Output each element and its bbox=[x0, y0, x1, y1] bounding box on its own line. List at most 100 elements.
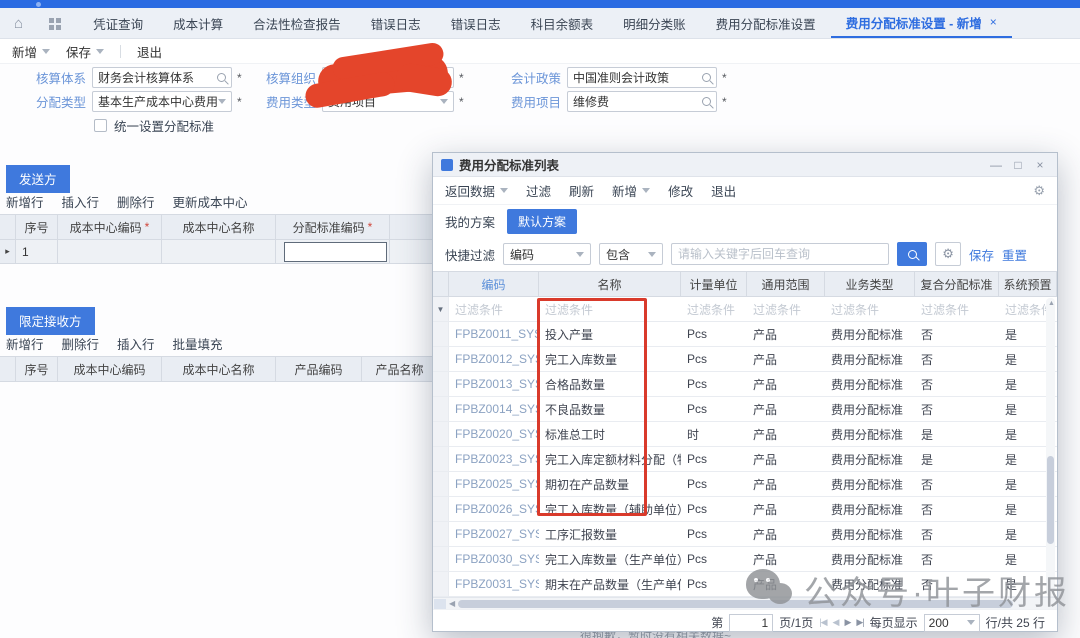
maximize-icon[interactable]: □ bbox=[1009, 158, 1027, 172]
apps-grid-icon[interactable] bbox=[49, 18, 54, 23]
cost-center-code-cell[interactable] bbox=[58, 240, 162, 263]
search-icon[interactable] bbox=[439, 73, 448, 82]
receiver-action-2[interactable]: 插入行 bbox=[117, 334, 155, 353]
column-filter-cell[interactable]: 过滤条件 bbox=[747, 301, 825, 318]
tab-receiver[interactable]: 限定接收方 bbox=[6, 307, 95, 335]
table-row[interactable]: FPBZ0023_SYS完工入库定额材料分配（物料清单）Pcs产品费用分配标准是… bbox=[433, 447, 1057, 472]
alloc-std-code-cell[interactable] bbox=[276, 240, 390, 263]
per-page-select[interactable]: 200 bbox=[924, 614, 980, 632]
tab-sender[interactable]: 发送方 bbox=[6, 165, 70, 193]
column-filter-cell[interactable]: 过滤条件 bbox=[539, 301, 681, 318]
tab-2[interactable]: 合法性检查报告 bbox=[238, 8, 356, 38]
tab-5[interactable]: 科目余额表 bbox=[516, 8, 609, 38]
acct-org-input[interactable]: 厂 bbox=[322, 67, 454, 88]
last-page-icon[interactable]: ▶| bbox=[856, 617, 863, 628]
table-row[interactable]: FPBZ0011_SYS投入产量Pcs产品费用分配标准否是 bbox=[433, 322, 1057, 347]
scope-cell: 产品 bbox=[747, 547, 825, 571]
page-number-input[interactable] bbox=[729, 614, 773, 632]
tab-0[interactable]: 凭证查询 bbox=[78, 8, 158, 38]
column-filter-cell[interactable]: 过滤条件 bbox=[825, 301, 915, 318]
search-icon[interactable] bbox=[702, 73, 711, 82]
search-icon[interactable] bbox=[217, 73, 226, 82]
home-icon[interactable]: ⌂ bbox=[14, 16, 23, 31]
tab-3[interactable]: 错误日志 bbox=[356, 8, 436, 38]
table-row[interactable]: FPBZ0031_SYS期末在产品数量（生产单位）Pcs产品费用分配标准否是 bbox=[433, 572, 1057, 597]
scroll-up-icon[interactable]: ▲ bbox=[1047, 300, 1056, 307]
default-plan-button[interactable]: 默认方案 bbox=[507, 209, 577, 234]
search-button[interactable] bbox=[897, 242, 927, 266]
table-row[interactable]: FPBZ0025_SYS期初在产品数量Pcs产品费用分配标准否是 bbox=[433, 472, 1057, 497]
receiver-action-3[interactable]: 批量填充 bbox=[173, 334, 223, 353]
first-page-icon[interactable]: |◀ bbox=[819, 617, 826, 628]
expense-type-select[interactable]: 费用项目 bbox=[322, 91, 454, 112]
table-row[interactable]: FPBZ0030_SYS完工入库数量（生产单位）Pcs产品费用分配标准否是 bbox=[433, 547, 1057, 572]
expense-item-input[interactable]: 维修费 bbox=[567, 91, 717, 112]
sender-action-3[interactable]: 更新成本中心 bbox=[173, 192, 248, 211]
prev-page-icon[interactable]: ◀ bbox=[833, 617, 839, 628]
row-selector[interactable]: ▸ bbox=[0, 240, 16, 263]
receiver-action-0[interactable]: 新增行 bbox=[6, 334, 44, 353]
horizontal-scrollbar[interactable]: ◀ bbox=[433, 597, 1057, 609]
table-row[interactable]: FPBZ0027_SYS工序汇报数量Pcs产品费用分配标准否是 bbox=[433, 522, 1057, 547]
funnel-icon[interactable]: ▼ bbox=[433, 297, 449, 321]
dialog-toolbar-button-4[interactable]: 修改 bbox=[668, 181, 693, 200]
table-row[interactable]: FPBZ0020_SYS标准总工时时产品费用分配标准是是 bbox=[433, 422, 1057, 447]
acct-policy-input[interactable]: 中国准则会计政策 bbox=[567, 67, 717, 88]
minimize-icon[interactable]: — bbox=[987, 158, 1005, 172]
scroll-left-icon[interactable]: ◀ bbox=[449, 599, 455, 608]
receiver-action-1[interactable]: 删除行 bbox=[62, 334, 100, 353]
column-filter-cell[interactable]: 过滤条件 bbox=[681, 301, 747, 318]
close-icon[interactable]: × bbox=[1031, 158, 1049, 172]
sender-action-2[interactable]: 删除行 bbox=[117, 192, 155, 211]
tab-4[interactable]: 错误日志 bbox=[436, 8, 516, 38]
tab-1[interactable]: 成本计算 bbox=[158, 8, 238, 38]
gear-icon[interactable]: ⚙ bbox=[1033, 183, 1045, 199]
save-button[interactable]: 保存 bbox=[66, 42, 104, 61]
sender-action-0[interactable]: 新增行 bbox=[6, 192, 44, 211]
scrollbar-thumb[interactable] bbox=[458, 600, 1013, 608]
dialog-toolbar-button-1[interactable]: 过滤 bbox=[526, 181, 551, 200]
list-column-header[interactable]: 计量单位 bbox=[681, 272, 747, 296]
new-button[interactable]: 新增 bbox=[12, 42, 50, 61]
dialog-toolbar-button-3[interactable]: 新增 bbox=[612, 181, 650, 200]
dialog-toolbar-button-5[interactable]: 退出 bbox=[711, 181, 736, 200]
list-column-header[interactable]: 编码 bbox=[449, 272, 539, 296]
dialog-titlebar[interactable]: 费用分配标准列表 — □ × bbox=[433, 153, 1057, 177]
acct-system-input[interactable]: 财务会计核算体系 bbox=[92, 67, 232, 88]
next-page-icon[interactable]: ▶ bbox=[844, 617, 850, 628]
column-filter-cell[interactable]: 过滤条件 bbox=[449, 301, 539, 318]
list-column-header[interactable]: 通用范围 bbox=[747, 272, 825, 296]
keyword-input[interactable] bbox=[671, 243, 889, 265]
list-column-header[interactable]: 名称 bbox=[539, 272, 681, 296]
save-filter-link[interactable]: 保存 bbox=[969, 245, 994, 264]
tab-7[interactable]: 费用分配标准设置 bbox=[701, 8, 831, 38]
table-row[interactable]: FPBZ0026_SYS完工入库数量（辅助单位）Pcs产品费用分配标准否是 bbox=[433, 497, 1057, 522]
vertical-scrollbar[interactable] bbox=[1046, 298, 1055, 596]
search-icon[interactable] bbox=[702, 97, 711, 106]
list-column-header[interactable]: 复合分配标准 bbox=[915, 272, 999, 296]
dialog-toolbar-button-2[interactable]: 刷新 bbox=[569, 181, 594, 200]
biz-cell: 费用分配标准 bbox=[825, 497, 915, 521]
table-row[interactable]: FPBZ0013_SYS合格品数量Pcs产品费用分配标准否是 bbox=[433, 372, 1057, 397]
list-column-header[interactable]: 业务类型 bbox=[825, 272, 915, 296]
exit-button[interactable]: 退出 bbox=[137, 42, 162, 61]
close-icon[interactable]: × bbox=[990, 15, 997, 29]
list-column-header[interactable]: 系统预置 bbox=[999, 272, 1057, 296]
unify-checkbox[interactable] bbox=[94, 119, 107, 132]
sender-action-1[interactable]: 插入行 bbox=[62, 192, 100, 211]
table-row[interactable]: FPBZ0014_SYS不良品数量Pcs产品费用分配标准否是 bbox=[433, 397, 1057, 422]
tab-8[interactable]: 费用分配标准设置 - 新增× bbox=[831, 8, 1012, 38]
filter-settings-button[interactable]: ⚙ bbox=[935, 242, 961, 266]
cell-editor-input[interactable] bbox=[284, 242, 387, 262]
alloc-type-select[interactable]: 基本生产成本中心费用分配 bbox=[92, 91, 232, 112]
column-filter-cell[interactable]: 过滤条件 bbox=[915, 301, 999, 318]
table-row[interactable]: FPBZ0012_SYS完工入库数量Pcs产品费用分配标准否是 bbox=[433, 347, 1057, 372]
filter-field-select[interactable]: 编码 bbox=[503, 243, 591, 265]
cost-center-name-cell[interactable] bbox=[162, 240, 276, 263]
reset-filter-link[interactable]: 重置 bbox=[1002, 245, 1027, 264]
dialog-toolbar-button-0[interactable]: 返回数据 bbox=[445, 181, 508, 200]
list-table-body: FPBZ0011_SYS投入产量Pcs产品费用分配标准否是FPBZ0012_SY… bbox=[433, 322, 1057, 597]
scrollbar-thumb[interactable] bbox=[1047, 456, 1054, 544]
tab-6[interactable]: 明细分类账 bbox=[608, 8, 701, 38]
filter-operator-select[interactable]: 包含 bbox=[599, 243, 663, 265]
